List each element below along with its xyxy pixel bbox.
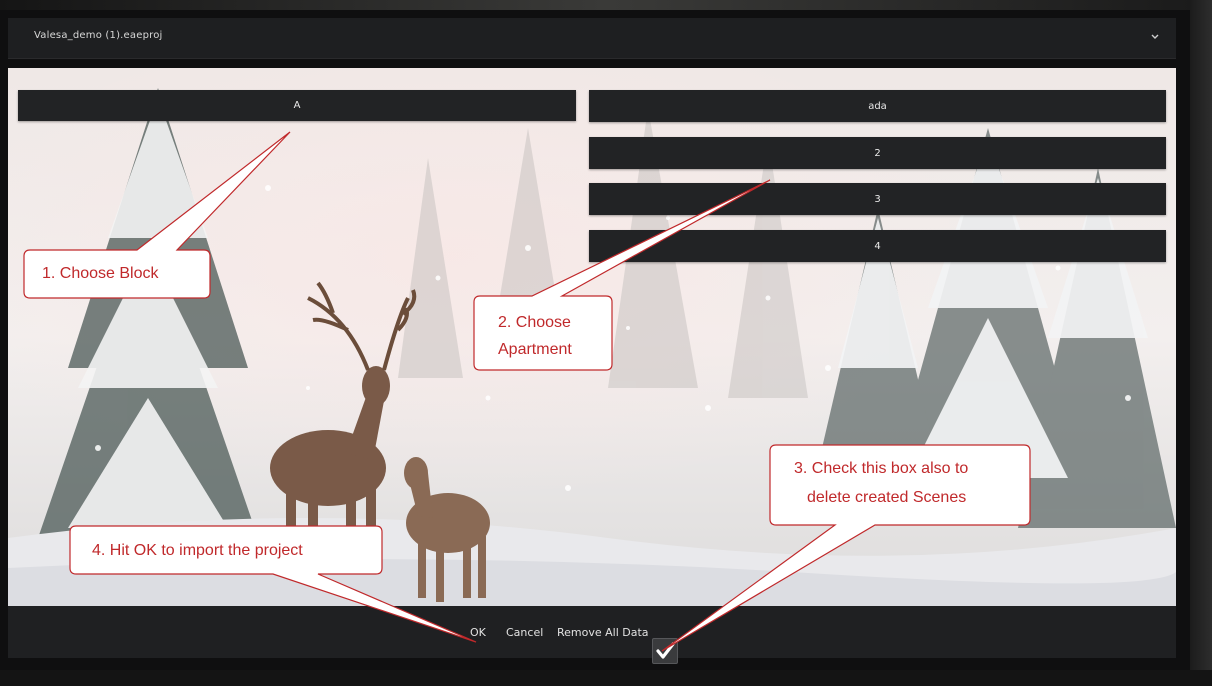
cancel-button[interactable]: Cancel	[506, 626, 543, 639]
annotation-choose-apartment: 2. Choose Apartment	[472, 178, 772, 374]
apartment-option-label: 4	[874, 240, 881, 252]
annotation-check-box: 3. Check this box also to delete created…	[660, 443, 1031, 653]
apartment-option-label: 2	[874, 147, 881, 159]
monitor-bezel-right	[1190, 0, 1212, 686]
apartment-option-label: ada	[868, 100, 887, 112]
annotation-step2-line1: 2. Choose	[498, 314, 571, 331]
annotation-choose-block: 1. Choose Block	[22, 130, 292, 300]
block-option-label: A	[293, 100, 301, 111]
annotation-step4-text: 4. Hit OK to import the project	[92, 542, 303, 559]
remove-all-data-label: Remove All Data	[557, 626, 649, 639]
monitor-bezel-bottom	[0, 670, 1212, 686]
chevron-down-icon[interactable]	[1148, 29, 1162, 43]
annotation-step1-text: 1. Choose Block	[42, 265, 159, 282]
project-file-dropdown[interactable]: Valesa_demo (1).eaeproj	[8, 18, 1176, 59]
annotation-hit-ok: 4. Hit OK to import the project	[68, 524, 488, 646]
annotation-step3-line1: 3. Check this box also to	[794, 460, 969, 477]
monitor-bezel-top	[0, 0, 1212, 10]
apartment-option-ada[interactable]: ada	[589, 90, 1166, 122]
project-file-name: Valesa_demo (1).eaeproj	[34, 30, 163, 41]
annotation-step3-line2: delete created Scenes	[807, 489, 967, 506]
block-option-a[interactable]: A	[18, 90, 576, 121]
apartment-option-2[interactable]: 2	[589, 137, 1166, 169]
annotation-step2-line2: Apartment	[498, 341, 572, 358]
apartment-option-label: 3	[874, 193, 881, 205]
